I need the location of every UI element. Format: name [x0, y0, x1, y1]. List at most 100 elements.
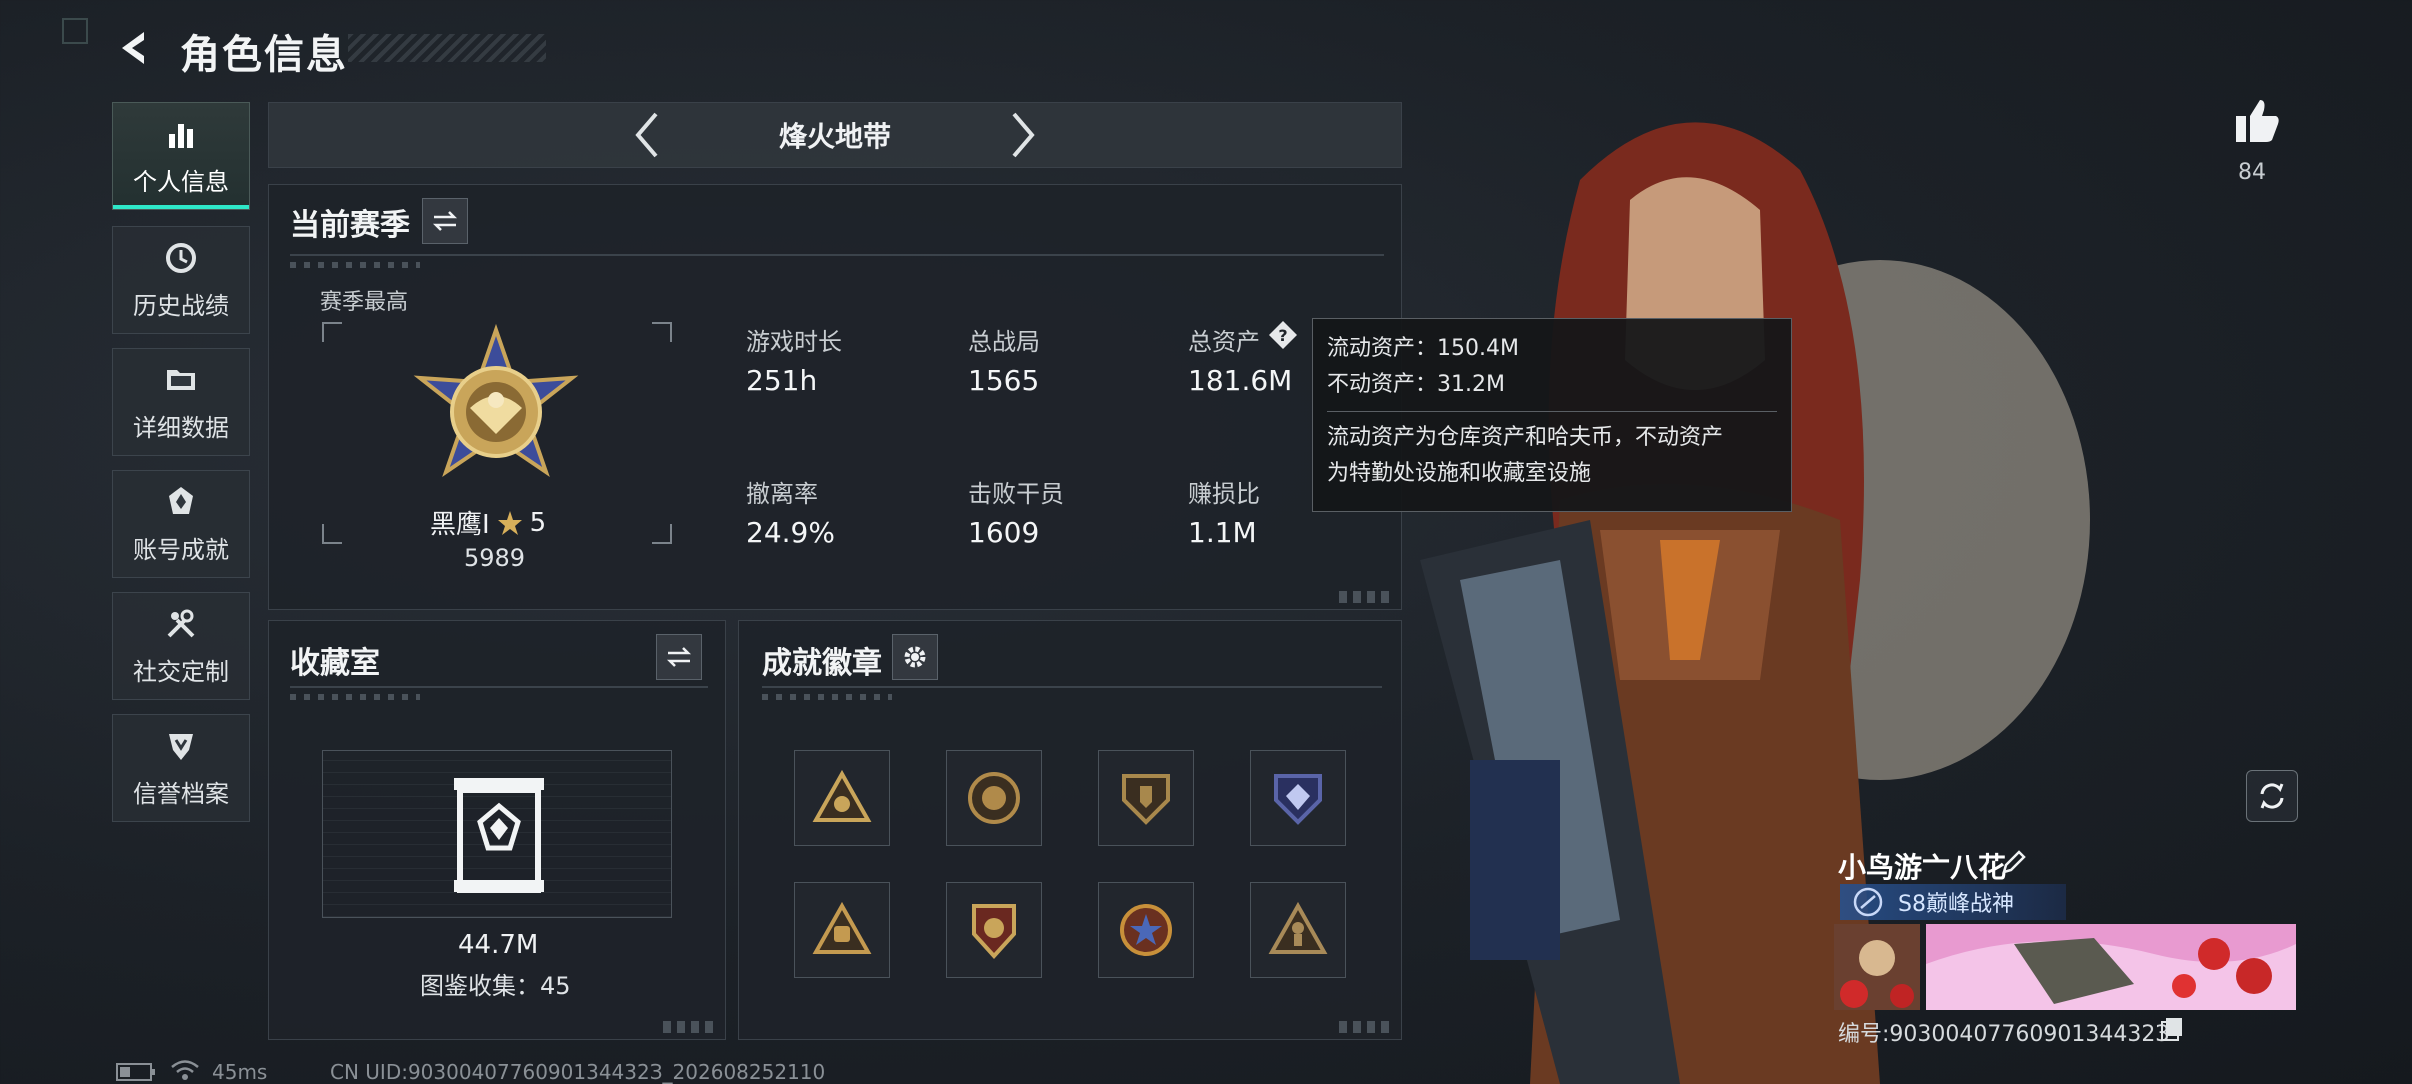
sidebar-item-label: 个人信息: [133, 167, 229, 196]
thumbs-up-icon: [2236, 100, 2279, 142]
star-icon: [497, 510, 522, 535]
sidebar-item-label: 信誉档案: [133, 779, 229, 808]
stat-label: 击败干员: [968, 480, 1064, 508]
achievement-badge[interactable]: [1250, 750, 1346, 846]
wifi-icon: [170, 1058, 200, 1084]
achievement-badge[interactable]: [794, 882, 890, 978]
clock-history-icon: [166, 242, 196, 273]
season-title: 当前赛季: [290, 208, 410, 243]
achievement-badge[interactable]: [794, 750, 890, 846]
refresh-button[interactable]: [2246, 770, 2298, 822]
swap-icon: [432, 211, 458, 231]
title-decoration: [348, 34, 546, 62]
like-button[interactable]: [2232, 96, 2282, 150]
achievement-badge[interactable]: [946, 750, 1042, 846]
wifi-signal-icon: [171, 1060, 199, 1080]
profile-card-images: [1834, 924, 2296, 1010]
achievement-badge[interactable]: [1250, 882, 1346, 978]
stat-value: 181.6M: [1188, 364, 1293, 397]
round-badge-icon: [968, 772, 1020, 824]
sidebar-item-detailed-data[interactable]: 详细数据: [112, 348, 250, 456]
triangle-badge-icon: [812, 769, 872, 822]
collection-value: 44.7M: [458, 930, 539, 960]
stat-value: 1609: [968, 516, 1040, 549]
section-divider: [762, 686, 1382, 688]
like-count: 84: [2238, 160, 2266, 185]
refresh-icon: [2260, 783, 2284, 809]
rank-stars: 5: [529, 507, 547, 538]
folder-icon: [167, 369, 195, 390]
back-arrow-icon: [122, 32, 144, 64]
sidebar-item-history[interactable]: 历史战绩: [112, 226, 250, 334]
rank-name: 黑鹰I: [430, 510, 490, 540]
badges-title: 成就徽章: [762, 646, 882, 681]
section-divider: [290, 686, 708, 688]
page-title: 角色信息: [180, 32, 348, 78]
stat-label: 撤离率: [746, 480, 818, 508]
achievement-badge[interactable]: [1098, 882, 1194, 978]
cn-uid-footer: CN UID:9030040776090134432З_202608252110: [330, 1060, 826, 1084]
collection-room-icon: [454, 778, 544, 893]
title-badge: S8巅峰战神: [1840, 884, 2066, 920]
stat-value: 251h: [746, 364, 818, 397]
sidebar-item-label: 详细数据: [133, 413, 229, 442]
rank-score: 5989: [464, 544, 526, 572]
fist-badge-icon: [812, 901, 872, 954]
svg-text:?: ?: [1278, 326, 1287, 345]
sidebar-item-personal-info[interactable]: 个人信息: [112, 102, 250, 210]
collection-count: 图鉴收集：45: [420, 972, 571, 1000]
blue-shield-badge-icon: [1274, 774, 1322, 825]
asset-help-button[interactable]: ?: [1268, 320, 1298, 350]
prev-mode-button[interactable]: [622, 110, 672, 160]
sidebar-item-label: 账号成就: [133, 535, 229, 564]
red-shield-badge-icon: [972, 904, 1016, 959]
chevron-right-icon: [1012, 112, 1035, 158]
achievement-badge[interactable]: [1098, 750, 1194, 846]
sidebar-item-credit-record[interactable]: 信誉档案: [112, 714, 250, 822]
eagle-rank-emblem-icon: [413, 323, 579, 478]
season-switch-button[interactable]: [422, 198, 468, 244]
tick-decoration: [290, 694, 420, 700]
player-uid: 编号:9030040776090134432З: [1838, 1022, 2170, 1047]
tick-decoration: [762, 694, 892, 700]
achievement-badge[interactable]: [946, 882, 1042, 978]
rank-emblem: [406, 323, 586, 508]
battery-icon-svg: [116, 1063, 155, 1081]
achievement-icon: [169, 486, 193, 514]
collection-title: 收藏室: [290, 646, 380, 681]
stat-label: 总战局: [968, 328, 1040, 356]
chevron-left-icon: [635, 112, 658, 158]
help-icon: ?: [1269, 321, 1297, 349]
collection-room-emblem: [452, 776, 546, 898]
ping-value: 45ms: [212, 1060, 268, 1084]
copy-icon: [2161, 1018, 2182, 1041]
stat-value: 1565: [968, 364, 1040, 397]
tooltip-description-line: 流动资产为仓库资产和哈夫币，不动资产: [1327, 425, 1724, 450]
sidebar-item-label: 历史战绩: [133, 291, 229, 320]
back-button[interactable]: [112, 26, 156, 70]
asset-tooltip: 流动资产：150.4M 不动资产：31.2M 流动资产为仓库资产和哈夫币，不动资…: [1312, 318, 1792, 512]
rank-name-row: 黑鹰I 5: [430, 504, 546, 541]
credit-shield-icon: [169, 733, 193, 760]
season-best-label: 赛季最高: [320, 290, 409, 315]
edit-name-button[interactable]: [2000, 848, 2028, 880]
shield-badge-icon: [1122, 774, 1170, 825]
sidebar-item-social-custom[interactable]: 社交定制: [112, 592, 250, 700]
sidebar-item-achievements[interactable]: 账号成就: [112, 470, 250, 578]
next-mode-button[interactable]: [998, 110, 1048, 160]
stat-label: 游戏时长: [746, 328, 842, 356]
badges-settings-button[interactable]: [892, 634, 938, 680]
swap-icon: [666, 647, 692, 667]
collection-switch-button[interactable]: [656, 634, 702, 680]
mode-title: 烽火地带: [778, 120, 891, 153]
stat-label: 总资产: [1188, 328, 1260, 356]
sidebar-item-label: 社交定制: [133, 657, 229, 686]
battery-icon: [116, 1062, 156, 1084]
season-title-emblem-icon: [1853, 887, 1883, 917]
profile-cards[interactable]: [1834, 924, 2296, 1014]
player-name: 小鸟游亠八花: [1838, 851, 2007, 884]
copy-uid-button[interactable]: [2160, 1016, 2184, 1046]
tick-decoration: [290, 262, 420, 268]
section-divider: [290, 254, 1384, 256]
tools-icon: [167, 609, 195, 637]
